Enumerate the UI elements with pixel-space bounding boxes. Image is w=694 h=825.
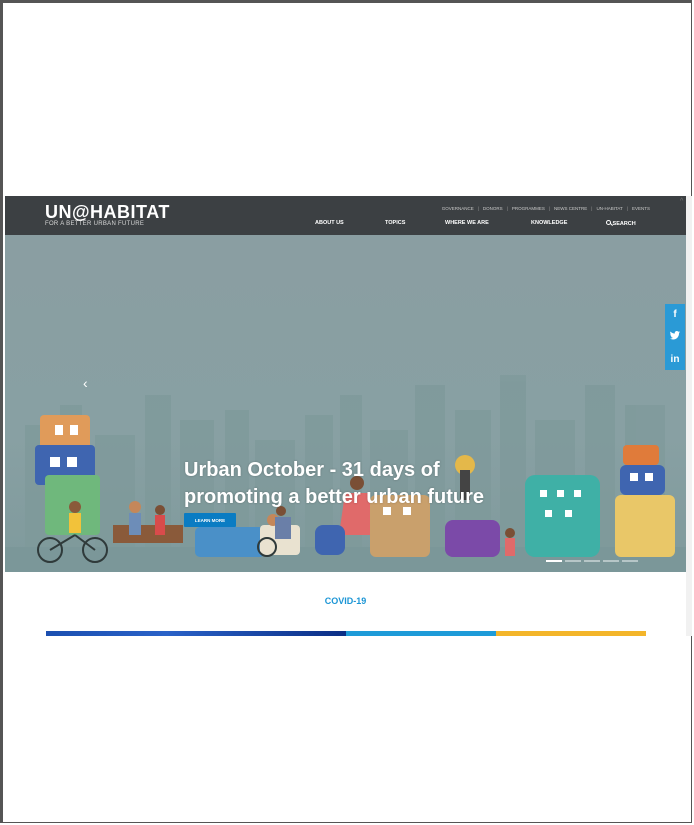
social-share-bar: f in xyxy=(665,304,685,370)
search-icon xyxy=(606,220,611,225)
carousel-dot[interactable] xyxy=(546,560,562,562)
hero-title-line: Urban October - 31 days of xyxy=(184,459,440,481)
carousel-dot[interactable] xyxy=(584,560,600,562)
hero-title: Urban October - 31 days of promoting a b… xyxy=(184,457,544,511)
top-link-events[interactable]: EVENTS xyxy=(632,206,650,211)
top-link-governance[interactable]: GOVERNANCE xyxy=(442,206,474,211)
covid-banner-image[interactable] xyxy=(346,631,496,636)
nav-where-we-are[interactable]: WHERE WE ARE xyxy=(445,220,531,227)
site-header: UN@HABITAT FOR A BETTER URBAN FUTURE GOV… xyxy=(5,196,686,235)
twitter-icon[interactable] xyxy=(670,330,680,343)
covid-banner-image[interactable] xyxy=(496,631,646,636)
carousel-dot[interactable] xyxy=(603,560,619,562)
carousel-prev-button[interactable]: ‹ xyxy=(83,375,88,391)
scrollbar[interactable] xyxy=(686,196,692,636)
search-label: SEARCH xyxy=(612,221,636,227)
top-link-un-habitat[interactable]: UN-HABITAT xyxy=(596,206,622,211)
carousel-dots xyxy=(546,560,638,562)
covid-banner-image[interactable] xyxy=(46,631,346,636)
separator: | xyxy=(591,206,593,211)
facebook-icon[interactable]: f xyxy=(673,309,676,320)
search-button[interactable]: SEARCH xyxy=(606,220,636,227)
main-nav: ABOUT US TOPICS WHERE WE ARE KNOWLEDGE S… xyxy=(315,220,636,227)
top-link-programmes[interactable]: PROGRAMMES xyxy=(512,206,545,211)
website-screenshot: UN@HABITAT FOR A BETTER URBAN FUTURE GOV… xyxy=(5,196,686,636)
top-link-donors[interactable]: DONORS xyxy=(483,206,503,211)
separator: | xyxy=(477,206,479,211)
nav-about-us[interactable]: ABOUT US xyxy=(315,220,385,227)
city-illustration xyxy=(5,375,686,572)
separator: | xyxy=(506,206,508,211)
separator: | xyxy=(626,206,628,211)
scroll-up-arrow-icon[interactable]: ^ xyxy=(680,198,683,205)
learn-more-button[interactable]: LEARN MORE xyxy=(184,513,236,527)
carousel-dot[interactable] xyxy=(565,560,581,562)
nav-topics[interactable]: TOPICS xyxy=(385,220,445,227)
hero-title-line: promoting a better urban future xyxy=(184,486,484,508)
top-links: GOVERNANCE | DONORS | PROGRAMMES | NEWS … xyxy=(442,206,650,211)
logo-tagline: FOR A BETTER URBAN FUTURE xyxy=(45,221,145,227)
nav-knowledge[interactable]: KNOWLEDGE xyxy=(531,220,606,227)
linkedin-icon[interactable]: in xyxy=(671,354,680,365)
top-link-news-centre[interactable]: NEWS CENTRE xyxy=(554,206,587,211)
separator: | xyxy=(548,206,551,211)
section-label-covid[interactable]: COVID-19 xyxy=(5,596,686,606)
un-habitat-logo[interactable]: UN@HABITAT xyxy=(45,202,170,223)
carousel-dot[interactable] xyxy=(622,560,638,562)
hero-carousel: ‹ Urban October - 31 days of promoting a… xyxy=(5,235,686,572)
